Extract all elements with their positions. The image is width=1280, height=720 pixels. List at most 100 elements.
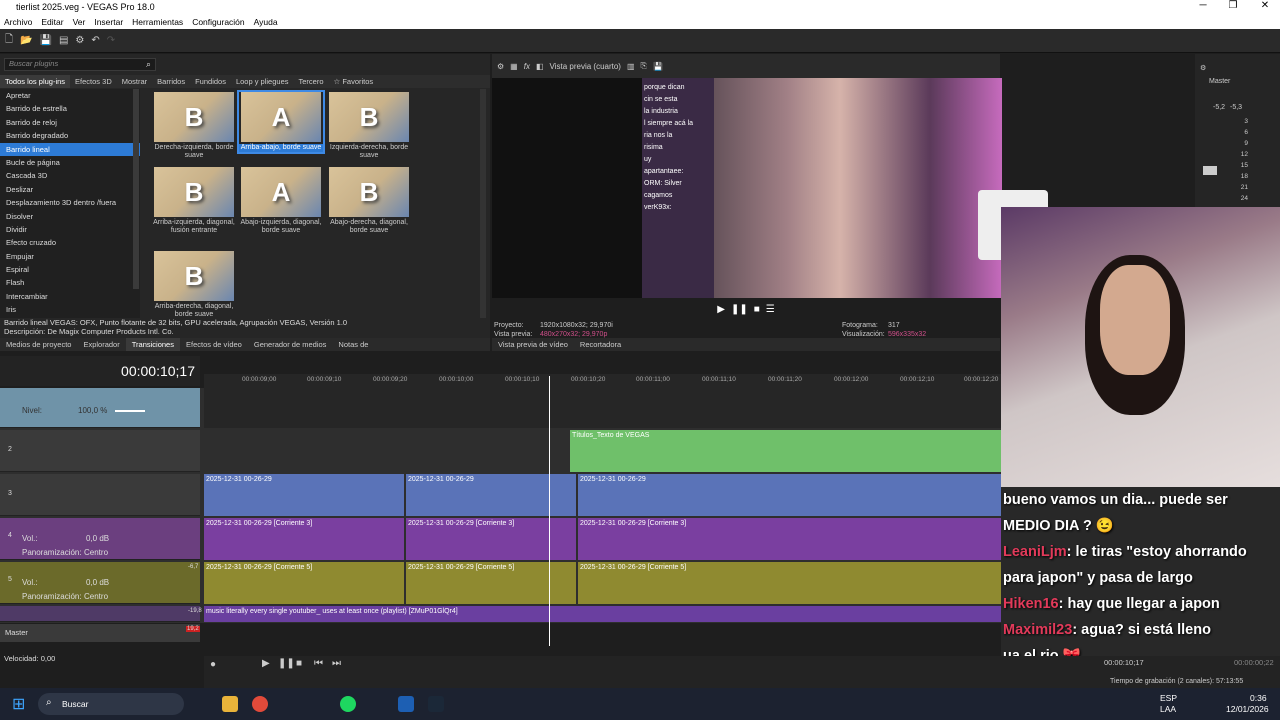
play-icon[interactable]: ▶	[717, 304, 725, 315]
preset-tile[interactable]: A Abajo-izquierda, diagonal, borde suave	[239, 167, 323, 235]
menu-icon[interactable]: ☰	[766, 304, 775, 315]
track-header-3[interactable]: 3	[0, 474, 200, 516]
gear-icon[interactable]: ⚙	[1200, 64, 1206, 72]
list-item[interactable]: Barrido degradado	[0, 129, 140, 142]
track-header-4[interactable]: 4 Vol.: 0,0 dB Panoramización: Centro	[0, 518, 200, 560]
tab-3d-effects[interactable]: Efectos 3D	[70, 75, 117, 88]
master-track-header[interactable]: Master 19,2	[0, 624, 200, 642]
spotify-icon[interactable]	[340, 696, 356, 712]
list-scrollbar[interactable]	[133, 89, 139, 289]
maximize-button[interactable]: ❐	[1218, 0, 1248, 11]
list-item[interactable]: Desplazamiento 3D dentro /fuera	[0, 196, 140, 209]
keyboard-layout[interactable]: LAA	[1160, 704, 1176, 714]
list-item[interactable]: Iris	[0, 303, 140, 316]
list-item[interactable]: Apretar	[0, 89, 140, 102]
level-slider[interactable]	[115, 410, 145, 412]
tab-all-plugins[interactable]: Todos los plug-ins	[0, 75, 71, 88]
clock-time[interactable]: 0:36	[1250, 693, 1267, 703]
list-item[interactable]: Deslizar	[0, 183, 140, 196]
track-header-5[interactable]: 5 Vol.: 0,0 dB Panoramización: Centro -6…	[0, 562, 200, 604]
tab-transitions[interactable]: Transiciones	[125, 338, 180, 351]
audio-clip[interactable]: 2025-12-31 00-26-29 [Corriente 3]	[204, 518, 404, 560]
new-file-icon[interactable]: 🗋	[5, 32, 13, 49]
gear-icon[interactable]: ⚙	[497, 62, 504, 71]
audio-clip[interactable]: 2025-12-31 00-26-29 [Corriente 5]	[204, 562, 404, 604]
title-clip[interactable]: Títulos_Texto de VEGAS	[570, 430, 1001, 472]
tab-fundidos[interactable]: Fundidos	[190, 75, 231, 88]
list-item[interactable]: Empujar	[0, 250, 140, 263]
search-icon[interactable]: ⌕	[146, 59, 151, 70]
windows-start-icon[interactable]: ⊞	[12, 694, 25, 714]
save-icon[interactable]: 💾	[40, 35, 52, 46]
file-explorer-icon[interactable]	[222, 696, 238, 712]
stop-icon[interactable]: ■	[296, 658, 302, 669]
list-item[interactable]: Flash	[0, 276, 140, 289]
vegas-icon[interactable]	[398, 696, 414, 712]
list-item[interactable]: Barrido de reloj	[0, 116, 140, 129]
preset-tile[interactable]: B Derecha-izquierda, borde suave	[152, 92, 236, 160]
audio-clip[interactable]: 2025-12-31 00-26-29 [Corriente 3]	[406, 518, 576, 560]
menu-configuracion[interactable]: Configuración	[192, 17, 244, 27]
redo-icon[interactable]: ↷	[107, 35, 115, 46]
undo-icon[interactable]: ↶	[91, 35, 99, 46]
pause-icon[interactable]: ❚❚	[278, 658, 295, 669]
tab-video-fx[interactable]: Efectos de vídeo	[180, 338, 248, 351]
properties-icon[interactable]: ⚙	[75, 35, 84, 46]
tab-explorer[interactable]: Explorador	[77, 338, 125, 351]
stop-icon[interactable]: ■	[754, 304, 760, 315]
open-folder-icon[interactable]: 📂	[20, 35, 32, 46]
master-fader[interactable]	[1203, 166, 1217, 175]
preset-tile[interactable]: B Abajo-derecha, diagonal, borde suave	[327, 167, 411, 235]
render-icon[interactable]: ▤	[59, 35, 68, 46]
go-to-start-icon[interactable]: ⏮	[314, 658, 323, 669]
copy-snapshot-icon[interactable]: ⎘	[641, 61, 647, 71]
tab-notes[interactable]: Notas de	[332, 338, 374, 351]
track-header-1[interactable]: Nivel: 100,0 %	[0, 388, 200, 428]
list-item-selected[interactable]: Barrido lineal	[0, 142, 140, 156]
menu-ayuda[interactable]: Ayuda	[254, 17, 278, 27]
timeline-ruler[interactable]: 00:00:09;00 00:00:09;10 00:00:09;20 00:0…	[204, 374, 1001, 388]
video-clip[interactable]: 2025-12-31 00-26-29	[406, 474, 576, 516]
chrome-icon[interactable]	[252, 696, 268, 712]
go-to-end-icon[interactable]: ⏭	[332, 658, 341, 669]
menu-herramientas[interactable]: Herramientas	[132, 17, 183, 27]
audio-clip[interactable]: 2025-12-31 00-26-29 [Corriente 5]	[406, 562, 576, 604]
preset-tile[interactable]: B Izquierda-derecha, borde suave	[327, 92, 411, 160]
timeline-timecode[interactable]: 00:00:10;17	[0, 356, 200, 386]
fx-icon[interactable]: fx	[524, 62, 530, 71]
playhead[interactable]	[549, 376, 550, 646]
play-icon[interactable]: ▶	[262, 658, 270, 669]
list-item[interactable]: Disolver	[0, 210, 140, 223]
music-clip[interactable]: music literally every single youtuber_ u…	[204, 606, 1001, 622]
tab-loop[interactable]: Loop y pliegues	[231, 75, 294, 88]
tab-favoritos[interactable]: ☆ Favoritos	[329, 75, 379, 88]
list-item[interactable]: Efecto cruzado	[0, 236, 140, 249]
tab-tercero[interactable]: Tercero	[294, 75, 329, 88]
tab-barridos[interactable]: Barridos	[152, 75, 190, 88]
list-item[interactable]: Intercambiar	[0, 290, 140, 303]
video-clip[interactable]: 2025-12-31 00-26-29	[578, 474, 1001, 516]
tab-trimmer[interactable]: Recortadora	[574, 338, 627, 351]
steam-icon[interactable]	[428, 696, 444, 712]
pause-icon[interactable]: ❚❚	[731, 304, 748, 315]
tab-project-media[interactable]: Medios de proyecto	[0, 338, 77, 351]
menu-ver[interactable]: Ver	[73, 17, 86, 27]
plugin-search-input[interactable]: Buscar plugins	[4, 58, 156, 71]
tab-video-preview[interactable]: Vista previa de vídeo	[492, 338, 574, 351]
preview-settings-icon[interactable]: ▦	[510, 62, 518, 71]
list-item[interactable]: Dividir	[0, 223, 140, 236]
preset-tile-selected[interactable]: A Arriba-abajo, borde suave	[237, 90, 325, 154]
close-button[interactable]: ✕	[1250, 0, 1280, 11]
split-screen-icon[interactable]: ◧	[536, 62, 544, 71]
preset-tile[interactable]: B Arriba-derecha, diagonal, borde suave	[152, 251, 236, 319]
preview-quality-dropdown[interactable]: Vista previa (cuarto)	[550, 62, 621, 71]
list-item[interactable]: Cascada 3D	[0, 169, 140, 182]
menu-insertar[interactable]: Insertar	[94, 17, 123, 27]
track-header-6[interactable]: -19,8	[0, 606, 202, 622]
video-clip[interactable]: 2025-12-31 00-26-29	[204, 474, 404, 516]
list-item[interactable]: Bucle de página	[0, 156, 140, 169]
list-item[interactable]: Barrido de estrella	[0, 102, 140, 115]
preset-scrollbar[interactable]	[480, 89, 486, 319]
save-snapshot-icon[interactable]: 💾	[653, 62, 663, 71]
tab-mostrar[interactable]: Mostrar	[117, 75, 152, 88]
